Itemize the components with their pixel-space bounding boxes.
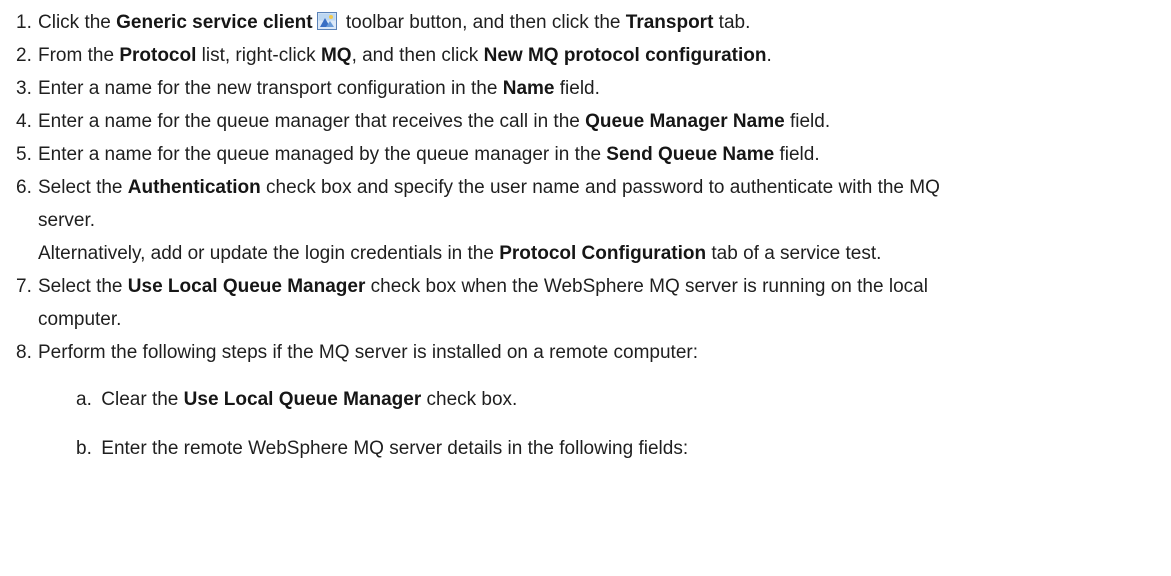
- step-text: From the: [38, 45, 120, 66]
- step-5: 5. Enter a name for the queue managed by …: [16, 138, 1171, 171]
- step-text: Select the: [38, 276, 128, 297]
- step-text: Alternatively, add or update the login c…: [38, 243, 500, 264]
- step-text: .: [766, 45, 772, 66]
- step-text: Click the: [38, 12, 117, 33]
- step-text: check box when the WebSphere MQ server i…: [365, 276, 928, 297]
- step-text: Enter a name for the queue manager that …: [38, 111, 586, 132]
- step-1: 1. Click the Generic service client toolb…: [16, 6, 1171, 39]
- step-number: 8.: [16, 342, 32, 363]
- ui-term-protocol: Protocol: [119, 45, 197, 66]
- step-text: Enter the remote WebSphere MQ server det…: [101, 438, 689, 459]
- step-text: field.: [774, 144, 820, 165]
- step-text: Enter a name for the new transport confi…: [38, 78, 503, 99]
- step-6-alternative: Alternatively, add or update the login c…: [16, 237, 1171, 270]
- substep-letter: b.: [76, 438, 92, 459]
- ui-term-transport: Transport: [625, 12, 714, 33]
- step-text: Perform the following steps if the MQ se…: [38, 342, 698, 363]
- step-text: tab.: [713, 12, 751, 33]
- step-text: check box.: [421, 389, 518, 410]
- ui-term-protocol-configuration: Protocol Configuration: [499, 243, 707, 264]
- step-text: Clear the: [101, 389, 184, 410]
- ui-term-new-mq-protocol-configuration: New MQ protocol configuration: [483, 45, 767, 66]
- ui-term-use-local-queue-manager: Use Local Queue Manager: [183, 389, 422, 410]
- ui-term-authentication: Authentication: [127, 177, 261, 198]
- step-3: 3. Enter a name for the new transport con…: [16, 72, 1171, 105]
- step-6-continuation: server.: [38, 210, 96, 231]
- step-text: check box and specify the user name and …: [260, 177, 940, 198]
- step-8-substeps: a. Clear the Use Local Queue Manager che…: [16, 383, 1171, 465]
- step-4: 4. Enter a name for the queue manager tha…: [16, 105, 1171, 138]
- ui-term-generic-service-client: Generic service client: [116, 12, 313, 33]
- step-text: Enter a name for the queue managed by th…: [38, 144, 607, 165]
- step-number: 4.: [16, 111, 32, 132]
- step-text: list, right-click: [196, 45, 321, 66]
- step-text: toolbar button, and then click the: [340, 12, 626, 33]
- ui-term-queue-manager-name: Queue Manager Name: [585, 111, 785, 132]
- step-8: 8. Perform the following steps if the MQ …: [16, 336, 1171, 369]
- step-number: 1.: [16, 12, 32, 33]
- step-text: tab of a service test.: [706, 243, 882, 264]
- ui-term-name: Name: [502, 78, 555, 99]
- step-6: 6. Select the Authentication check box an…: [16, 171, 1171, 204]
- step-number: 3.: [16, 78, 32, 99]
- substep-b: b. Enter the remote WebSphere MQ server …: [76, 432, 1171, 465]
- step-number: 6.: [16, 177, 32, 198]
- ui-term-send-queue-name: Send Queue Name: [606, 144, 775, 165]
- ui-term-use-local-queue-manager: Use Local Queue Manager: [127, 276, 366, 297]
- step-number: 5.: [16, 144, 32, 165]
- generic-service-client-icon: [316, 8, 337, 30]
- step-text: , and then click: [351, 45, 484, 66]
- step-number: 7.: [16, 276, 32, 297]
- step-number: 2.: [16, 45, 32, 66]
- substep-a: a. Clear the Use Local Queue Manager che…: [76, 383, 1171, 416]
- substep-letter: a.: [76, 389, 92, 410]
- step-text: Select the: [38, 177, 128, 198]
- step-text: field.: [554, 78, 600, 99]
- ui-term-mq: MQ: [320, 45, 352, 66]
- step-7: 7. Select the Use Local Queue Manager che…: [16, 270, 1171, 303]
- step-2: 2. From the Protocol list, right-click MQ…: [16, 39, 1171, 72]
- step-text: field.: [784, 111, 831, 132]
- instructions-document: 1. Click the Generic service client toolb…: [0, 0, 1171, 465]
- step-7-continuation: computer.: [38, 309, 122, 330]
